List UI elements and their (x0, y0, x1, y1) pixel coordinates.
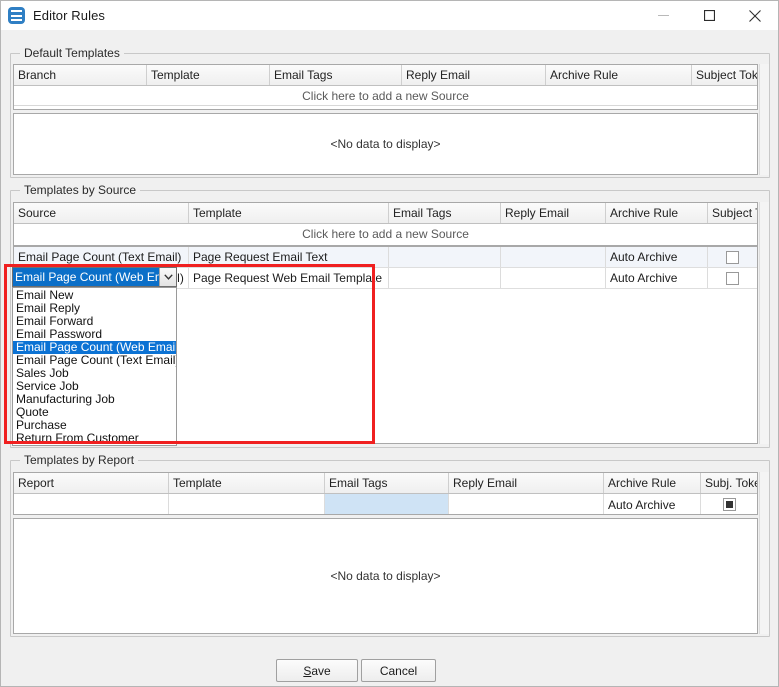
window-title: Editor Rules (33, 8, 105, 23)
save-button-label: Save (303, 664, 330, 678)
chevron-down-icon[interactable] (159, 268, 176, 286)
column-header-email-tags[interactable]: Email Tags (325, 473, 449, 493)
column-header-source[interactable]: Source (14, 203, 189, 223)
templates-by-report-grid-top[interactable]: Report Template Email Tags Reply Email A… (13, 472, 758, 515)
dropdown-option-return-from-customer[interactable]: Return From Customer (13, 432, 176, 445)
table-row[interactable]: Email Page Count (Text Email) Page Reque… (14, 247, 757, 268)
column-header-template[interactable]: Template (189, 203, 389, 223)
default-templates-header-row: Branch Template Email Tags Reply Email A… (14, 65, 757, 86)
column-header-subject-token[interactable]: Subject Token (708, 203, 757, 223)
app-icon (8, 7, 25, 24)
cancel-button[interactable]: Cancel (361, 659, 436, 682)
editor-rules-window: Editor Rules Default Templates (0, 0, 779, 687)
subject-token-checkbox[interactable] (726, 251, 739, 264)
templates-by-report-empty-text: <No data to display> (330, 569, 440, 583)
dropdown-option-email-page-count-text-email[interactable]: Email Page Count (Text Email) (13, 354, 176, 367)
column-header-report[interactable]: Report (14, 473, 169, 493)
close-button[interactable] (732, 1, 778, 30)
templates-by-report-right-gutter[interactable] (759, 472, 769, 634)
column-header-email-tags[interactable]: Email Tags (270, 65, 402, 85)
source-dropdown-list[interactable]: Email New Email Reply Email Forward Emai… (12, 287, 177, 446)
column-header-archive-rule[interactable]: Archive Rule (546, 65, 692, 85)
subject-token-checkbox[interactable] (726, 272, 739, 285)
subj-token-checkbox[interactable] (723, 498, 736, 511)
cell-template[interactable]: Page Request Email Text (189, 247, 389, 267)
cell-template[interactable]: Page Request Web Email Template (189, 268, 389, 288)
column-header-archive-rule[interactable]: Archive Rule (604, 473, 701, 493)
templates-by-report-header-row: Report Template Email Tags Reply Email A… (14, 473, 757, 494)
table-row[interactable]: Auto Archive (14, 494, 757, 515)
dropdown-option-manufacturing-job[interactable]: Manufacturing Job (13, 393, 176, 406)
default-templates-right-gutter[interactable] (759, 64, 769, 175)
dropdown-option-email-password[interactable]: Email Password (13, 328, 176, 341)
cell-archive-rule[interactable]: Auto Archive (606, 268, 708, 288)
column-header-template[interactable]: Template (147, 65, 270, 85)
save-label-rest: ave (311, 664, 330, 678)
default-templates-grid-top[interactable]: Branch Template Email Tags Reply Email A… (13, 64, 758, 110)
group-default-templates-title: Default Templates (20, 46, 124, 60)
dropdown-option-sales-job[interactable]: Sales Job (13, 367, 176, 380)
cell-report[interactable] (14, 494, 169, 515)
templates-by-source-header-row: Source Template Email Tags Reply Email A… (14, 203, 757, 224)
maximize-icon (704, 10, 715, 21)
cancel-button-label: Cancel (380, 664, 417, 678)
source-combo-editor[interactable]: Email Page Count (Web Email) (12, 267, 177, 287)
cell-archive-rule[interactable]: Auto Archive (606, 247, 708, 267)
cell-reply-email[interactable] (501, 268, 606, 288)
column-header-reply-email[interactable]: Reply Email (501, 203, 606, 223)
title-bar: Editor Rules (1, 1, 778, 30)
cell-email-tags[interactable] (325, 494, 449, 515)
maximize-button[interactable] (686, 1, 732, 30)
column-header-archive-rule[interactable]: Archive Rule (606, 203, 708, 223)
cell-subj-token[interactable] (701, 494, 757, 515)
group-templates-by-report-title: Templates by Report (20, 453, 138, 467)
cell-reply-email[interactable] (501, 247, 606, 267)
cell-reply-email[interactable] (449, 494, 604, 515)
cell-subject-token[interactable] (708, 268, 757, 288)
dropdown-option-email-reply[interactable]: Email Reply (13, 302, 176, 315)
column-header-reply-email[interactable]: Reply Email (402, 65, 546, 85)
column-header-email-tags[interactable]: Email Tags (389, 203, 501, 223)
close-icon (749, 10, 761, 22)
dropdown-option-service-job[interactable]: Service Job (13, 380, 176, 393)
minimize-icon (658, 10, 669, 21)
column-header-branch[interactable]: Branch (14, 65, 147, 85)
cell-email-tags[interactable] (389, 247, 501, 267)
templates-by-source-add-row[interactable]: Click here to add a new Source (14, 224, 757, 244)
cell-template[interactable] (169, 494, 325, 515)
column-header-subject-token[interactable]: Subject Token (692, 65, 757, 85)
cell-subject-token[interactable] (708, 247, 757, 267)
templates-by-source-right-gutter[interactable] (759, 202, 769, 444)
save-button[interactable]: Save (276, 659, 358, 682)
chevron-down-glyph (164, 274, 173, 280)
default-templates-add-row[interactable]: Click here to add a new Source (14, 86, 757, 106)
column-header-reply-email[interactable]: Reply Email (449, 473, 604, 493)
dropdown-option-email-page-count-web-email[interactable]: Email Page Count (Web Email) (13, 341, 176, 354)
dropdown-option-email-forward[interactable]: Email Forward (13, 315, 176, 328)
window-controls (640, 1, 778, 30)
cell-email-tags[interactable] (389, 268, 501, 288)
source-combo-value[interactable]: Email Page Count (Web Email) (13, 268, 159, 286)
cell-archive-rule[interactable]: Auto Archive (604, 494, 701, 515)
dropdown-option-email-new[interactable]: Email New (13, 289, 176, 302)
default-templates-empty-text: <No data to display> (330, 137, 440, 151)
templates-by-report-empty-area: <No data to display> (13, 518, 758, 634)
group-templates-by-source-title: Templates by Source (20, 183, 140, 197)
dropdown-option-purchase[interactable]: Purchase (13, 419, 176, 432)
dropdown-option-quote[interactable]: Quote (13, 406, 176, 419)
templates-by-source-grid-top[interactable]: Source Template Email Tags Reply Email A… (13, 202, 758, 246)
column-header-template[interactable]: Template (169, 473, 325, 493)
cell-source[interactable]: Email Page Count (Text Email) (14, 247, 189, 267)
minimize-button[interactable] (640, 1, 686, 30)
default-templates-empty-area: <No data to display> (13, 113, 758, 175)
column-header-subj-token[interactable]: Subj. Token (701, 473, 757, 493)
